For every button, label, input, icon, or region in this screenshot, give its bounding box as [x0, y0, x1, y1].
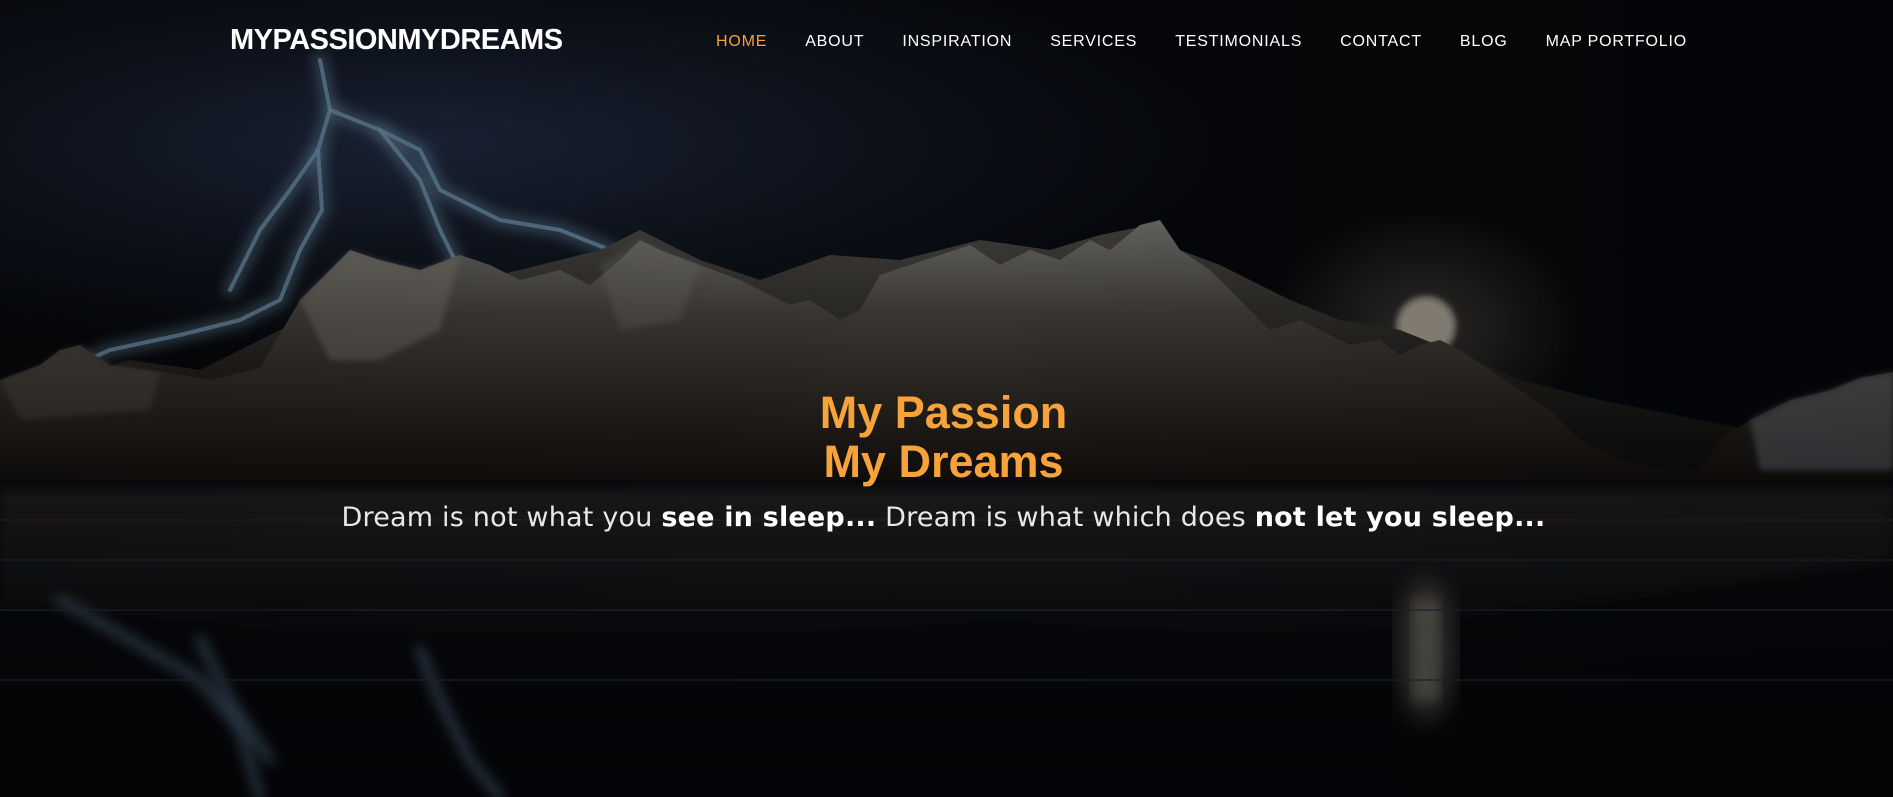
- nav-item-services: SERVICES: [1050, 33, 1137, 51]
- nav-item-map-portfolio: MAP PORTFOLIO: [1546, 33, 1687, 51]
- hero-subtitle-part4: not let you sleep...: [1254, 502, 1546, 533]
- site-logo[interactable]: MYPASSIONMYDREAMS: [230, 24, 563, 57]
- hero-subtitle-part2: see in sleep...: [661, 502, 877, 533]
- hero-subtitle-part3: Dream is what which does: [876, 502, 1255, 533]
- hero-subtitle-part1: Dream is not what you: [341, 502, 662, 533]
- nav-link-map-portfolio[interactable]: MAP PORTFOLIO: [1546, 33, 1687, 50]
- hero-title: My Passion My Dreams: [0, 388, 1887, 486]
- nav-link-services[interactable]: SERVICES: [1050, 33, 1137, 50]
- nav-item-contact: CONTACT: [1340, 33, 1422, 51]
- hero-subtitle: Dream is not what you see in sleep... Dr…: [0, 502, 1887, 533]
- nav-item-blog: BLOG: [1460, 33, 1508, 51]
- hero-title-line1: My Passion: [819, 387, 1068, 438]
- nav-link-inspiration[interactable]: INSPIRATION: [902, 33, 1012, 50]
- nav-item-testimonials: TESTIMONIALS: [1175, 33, 1302, 51]
- nav-link-blog[interactable]: BLOG: [1460, 33, 1508, 50]
- hero-title-line2: My Dreams: [823, 436, 1064, 487]
- nav-item-home: HOME: [716, 33, 767, 51]
- nav-link-home[interactable]: HOME: [716, 33, 767, 50]
- main-menu: HOME ABOUT INSPIRATION SERVICES TESTIMON…: [716, 33, 1687, 51]
- hero-text-block: My Passion My Dreams Dream is not what y…: [0, 388, 1887, 533]
- nav-link-about[interactable]: ABOUT: [805, 33, 864, 50]
- nav-item-inspiration: INSPIRATION: [902, 33, 1012, 51]
- nav-item-about: ABOUT: [805, 33, 864, 51]
- nav-link-testimonials[interactable]: TESTIMONIALS: [1175, 33, 1302, 50]
- top-navbar: MYPASSIONMYDREAMS HOME ABOUT INSPIRATION…: [0, 0, 1893, 84]
- nav-link-contact[interactable]: CONTACT: [1340, 33, 1422, 50]
